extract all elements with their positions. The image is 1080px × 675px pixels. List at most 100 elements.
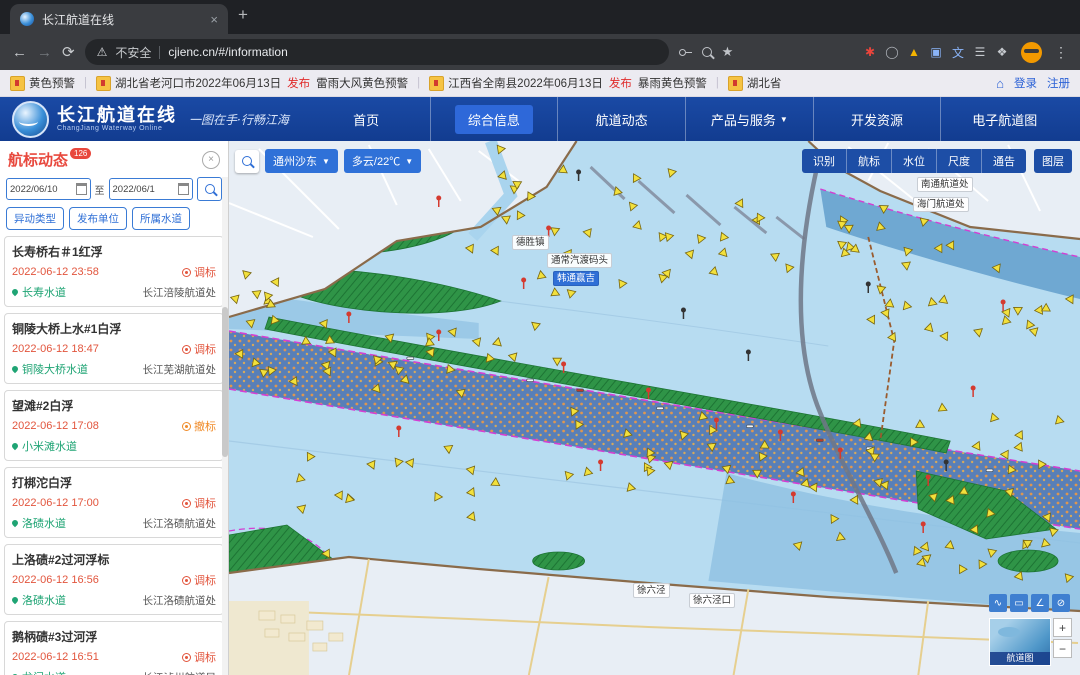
bookmark-star-icon[interactable]: ★ [722,44,734,60]
beacon-time: 2022-06-12 17:00 [12,497,99,509]
beacon-card[interactable]: 铜陵大桥上水#1白浮2022-06-12 18:47调标铜陵大桥水道长江芜湖航道… [4,313,224,384]
region-select[interactable]: 通州沙东 ▼ [265,149,338,173]
nav-item-4[interactable]: 产品与服务▼ [685,97,813,141]
beacon-card[interactable]: 上洛碛#2过河浮标2022-06-12 16:56调标洛碛水道长江洛碛航道处 [4,544,224,615]
beacon-card-list: 长寿桥右＃1红浮2022-06-12 23:58调标长寿水道长江涪陵航道处铜陵大… [0,234,228,675]
calendar-icon[interactable] [76,183,87,195]
route-tool-icon[interactable]: ∿ [989,594,1007,612]
clear-tool-icon[interactable]: ⊘ [1052,594,1070,612]
navigation-chart[interactable]: 德胜镇通常汽渡码头韩通赢吉南通航道处海门航道处徐六泾徐六泾口 通州沙东 ▼ 多云… [229,141,1080,675]
status-badge: 调标 [182,341,216,357]
beacon-time: 2022-06-12 16:51 [12,651,99,663]
page: 长江航道在线 × + ← → ⟳ ⚠ 不安全 cjienc.cn/#/infor… [0,0,1080,675]
angle-measure-icon[interactable]: ∠ [1031,594,1049,612]
alert-item[interactable]: 黄色预警 [10,75,75,91]
map-tool-button-2[interactable]: 航标 [847,149,892,173]
register-link[interactable]: 注册 [1047,75,1070,91]
alert-item[interactable]: 湖北省老河口市2022年06月13日发布雷雨大风黄色预警 [96,75,408,91]
waterway: 洛碛水道 [12,592,66,608]
alert-item[interactable]: 江西省全南县2022年06月13日发布暴雨黄色预警 [429,75,707,91]
extension-pinwheel-icon[interactable]: ✱ [861,45,879,59]
warning-alert-icon [728,76,743,91]
map-place-label: 德胜镇 [512,235,549,250]
home-icon[interactable]: ⌂ [996,76,1004,91]
sidebar-scrollbar[interactable] [222,177,228,675]
office-label: 长江泸州航道局 [143,670,217,675]
filter-button-3[interactable]: 所属水道 [132,207,190,230]
search-icon [242,156,252,166]
extension-translate-icon[interactable]: 文 [949,44,967,61]
nav-item-6[interactable]: 电子航道图 [940,97,1068,141]
extension-drive-icon[interactable]: ▲ [905,45,923,59]
beacon-name: 铜陵大桥上水#1白浮 [12,320,216,337]
map-tool-button-1[interactable]: 识别 [802,149,847,173]
new-tab-button[interactable]: + [238,5,248,29]
weather-select[interactable]: 多云/22℃ ▼ [344,149,421,173]
waterway-label: 小米滩水道 [22,438,77,454]
map-place-label: 通常汽渡码头 [547,253,612,268]
date-to-input[interactable]: 2022/06/1 [109,178,194,200]
beacon-card[interactable]: 望滩#2白浮2022-06-12 17:08撤标小米滩水道 [4,390,224,461]
alert-items: 黄色预警|湖北省老河口市2022年06月13日发布雷雨大风黄色预警|江西省全南县… [10,75,781,91]
address-bar[interactable]: ⚠ 不安全 cjienc.cn/#/information [85,39,669,65]
nav-item-1[interactable]: 首页 [303,97,430,141]
beacon-name: 鹅柄碛#3过河浮 [12,628,216,645]
status-badge: 调标 [182,495,216,511]
weather-alert-bar: 黄色预警|湖北省老河口市2022年06月13日发布雷雨大风黄色预警|江西省全南县… [0,70,1080,97]
nav-label: 开发资源 [851,110,903,129]
browser-tabstrip: 长江航道在线 × + [0,0,1080,34]
nav-item-3[interactable]: 航道动态 [557,97,685,141]
tab-close-icon[interactable]: × [210,12,218,27]
date-from-input[interactable]: 2022/06/10 [6,178,91,200]
office-label: 长江洛碛航道处 [143,516,217,531]
tab-title: 长江航道在线 [42,11,202,28]
status-badge: 调标 [182,264,216,280]
scrollbar-thumb[interactable] [222,307,228,457]
beacon-card[interactable]: 鹅柄碛#3过河浮2022-06-12 16:51调标龙门水道长江泸州航道局 [4,621,224,675]
close-icon[interactable]: × [202,151,220,169]
calendar-icon[interactable] [178,183,189,195]
password-key-icon[interactable] [679,46,692,59]
zoom-out-button[interactable]: − [1053,639,1072,658]
back-icon[interactable]: ← [12,44,27,61]
avatar[interactable] [1021,42,1042,63]
refresh-icon[interactable]: ⟳ [62,43,75,61]
location-pin-icon [11,442,19,450]
extension-puzzle-icon[interactable]: ❖ [993,45,1011,59]
map-tool-button-3[interactable]: 水位 [892,149,937,173]
map-search-button[interactable] [235,150,259,173]
nav-item-2[interactable]: 综合信息 [430,97,558,141]
date-separator: 至 [95,182,105,197]
alert-warning: 湖北省 [747,75,782,91]
waterway-label: 龙门水道 [22,669,66,675]
login-link[interactable]: 登录 [1014,75,1037,91]
site-logo-icon [12,101,49,138]
map-tool-button-4[interactable]: 尺度 [937,149,982,173]
extension-circle-icon[interactable]: ◯ [883,45,901,59]
rect-select-icon[interactable]: ▭ [1010,594,1028,612]
date-search-button[interactable] [197,177,222,201]
extension-chat-icon[interactable]: ▣ [927,45,945,59]
minimap-thumbnail[interactable]: 航道图 [989,618,1051,666]
location-pin-icon [11,596,19,604]
url-text: cjienc.cn/#/information [168,45,287,59]
forward-icon[interactable]: → [37,44,52,61]
zoom-in-button[interactable]: + [1053,618,1072,637]
date-from-value: 2022/06/10 [10,184,58,195]
beacon-card[interactable]: 长寿桥右＃1红浮2022-06-12 23:58调标长寿水道长江涪陵航道处 [4,236,224,307]
nav-label: 首页 [353,110,379,129]
map-tool-button-5[interactable]: 通告 [982,149,1026,173]
layers-button[interactable]: 图层 [1034,149,1072,173]
alert-item[interactable]: 湖北省 [728,75,782,91]
filter-button-2[interactable]: 发布单位 [69,207,127,230]
beacon-card[interactable]: 打梆沱白浮2022-06-12 17:00调标洛碛水道长江洛碛航道处 [4,467,224,538]
status-badge: 撤标 [182,418,216,434]
menu-kebab-icon[interactable]: ⋮ [1054,44,1068,61]
search-icon[interactable] [702,47,712,57]
filter-button-1[interactable]: 异动类型 [6,207,64,230]
browser-tab[interactable]: 长江航道在线 × [10,4,228,34]
extension-reader-icon[interactable]: ☰ [971,45,989,59]
waterway-label: 长寿水道 [22,284,66,300]
nav-item-5[interactable]: 开发资源 [813,97,941,141]
beacon-name: 望滩#2白浮 [12,397,216,414]
